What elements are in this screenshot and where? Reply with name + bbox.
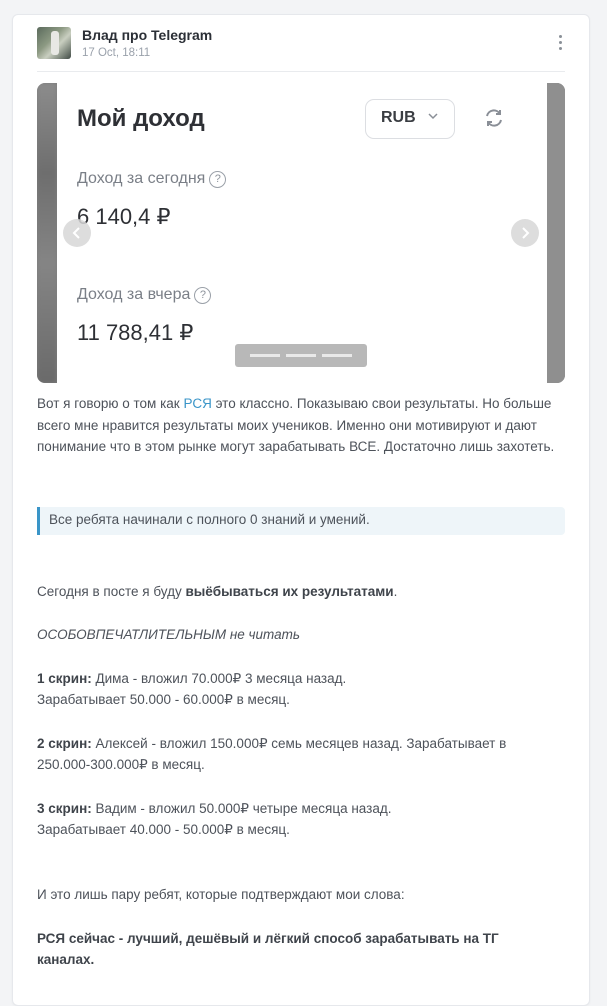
screen-2-line-1: 2 скрин: Алексей - вложил 150.000₽ семь … xyxy=(37,736,507,751)
currency-value: RUB xyxy=(381,109,416,126)
chevron-down-icon xyxy=(428,113,438,120)
currency-select: RUB xyxy=(365,99,455,139)
post-timestamp: 17 Oct, 18:11 xyxy=(82,47,151,59)
screen-1-line-2: Зарабатывает 50.000 - 60.000₽ в месяц. xyxy=(37,692,290,707)
post-intro-paragraph: Вот я говорю о том как РСЯ это классно. … xyxy=(37,396,555,454)
screen-3-line-2: Зарабатывает 40.000 - 50.000₽ в месяц. xyxy=(37,822,290,837)
quote-text: Все ребята начинали с полного 0 знаний и… xyxy=(49,512,370,527)
chevron-right-icon xyxy=(522,227,530,239)
carousel-next-button[interactable] xyxy=(511,219,539,247)
post-header: Влад про Telegram 17 Oct, 18:11 xyxy=(37,27,575,71)
slide-title: Мой доход xyxy=(77,105,205,132)
today-income-value: 6 140,4 ₽ xyxy=(77,204,171,229)
prev-slide-peek xyxy=(37,83,57,383)
final-line-1: РСЯ сейчас - лучший, дешёвый и лёгкий сп… xyxy=(37,931,499,946)
header-divider xyxy=(37,71,565,72)
next-slide-peek xyxy=(547,83,565,383)
chevron-left-icon xyxy=(72,227,80,239)
screen-3-line-1: 3 скрин: Вадим - вложил 50.000₽ четыре м… xyxy=(37,801,392,816)
kebab-menu-icon[interactable] xyxy=(551,31,569,53)
channel-avatar[interactable] xyxy=(37,27,71,59)
closing-line: И это лишь пару ребят, которые подтвержд… xyxy=(37,887,405,902)
post-card: Влад про Telegram 17 Oct, 18:11 Мой дохо… xyxy=(12,14,590,1006)
carousel-slide: Мой доход RUB Доход за сегодня? 6 140,4 … xyxy=(57,83,547,383)
carousel-page-indicator[interactable] xyxy=(286,354,316,357)
carousel-prev-button[interactable] xyxy=(63,219,91,247)
yesterday-income-value: 11 788,41 ₽ xyxy=(77,320,194,345)
carousel-pagination xyxy=(235,344,367,367)
today-income-label: Доход за сегодня? xyxy=(77,170,227,188)
blockquote: Все ребята начинали с полного 0 знаний и… xyxy=(37,507,565,535)
image-carousel[interactable]: Мой доход RUB Доход за сегодня? 6 140,4 … xyxy=(37,83,565,383)
final-line-2: каналах. xyxy=(37,952,95,967)
help-circle-icon: ? xyxy=(209,171,227,188)
screen-2-line-2: 250.000-300.000₽ в месяц. xyxy=(37,757,205,772)
refresh-icon xyxy=(486,109,502,127)
yesterday-income-label: Доход за вчера? xyxy=(77,286,212,304)
avatar-figure xyxy=(51,31,59,55)
warning-line: ОСОБОВПЕЧАТЛИТЕЛЬНЫМ не читать xyxy=(37,627,300,642)
today-post-line: Сегодня в посте я буду выёбываться их ре… xyxy=(37,584,398,599)
carousel-page-indicator[interactable] xyxy=(322,354,352,357)
help-circle-icon: ? xyxy=(194,287,212,304)
rsya-link[interactable]: РСЯ xyxy=(183,396,211,411)
channel-name[interactable]: Влад про Telegram xyxy=(82,27,212,43)
carousel-page-indicator[interactable] xyxy=(250,354,280,357)
screen-1-line-1: 1 скрин: Дима - вложил 70.000₽ 3 месяца … xyxy=(37,671,347,686)
